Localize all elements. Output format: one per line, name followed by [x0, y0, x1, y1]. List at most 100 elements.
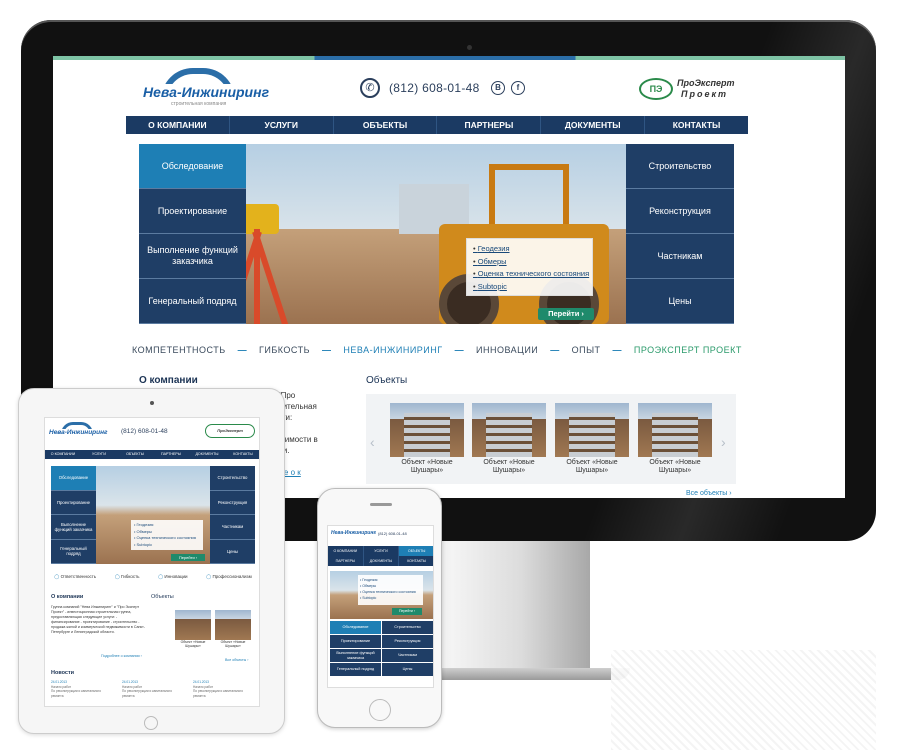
submenu-link-subtopic[interactable]: • Subtopic — [360, 595, 421, 601]
hero-nav-general-contract[interactable]: Генеральный подряд — [139, 279, 246, 324]
object-label: Объект «Новые Шушары» — [649, 459, 701, 474]
vk-icon[interactable]: B — [491, 81, 505, 95]
phone-number[interactable]: (812) 608-01-48 — [378, 531, 407, 536]
object-label: Объект «Новые Шушары» — [566, 459, 618, 474]
hero-nav-inspection[interactable]: Обследование — [51, 466, 96, 491]
main-menu: О КОМПАНИИ УСЛУГИ ОБЪЕКТЫ ПАРТНЕРЫ ДОКУМ… — [126, 116, 748, 134]
objects-title: Объекты — [366, 375, 408, 386]
news-item[interactable]: 24.01.2013 Начато работ По реконструкции… — [122, 680, 184, 706]
menu-item-objects[interactable]: ОБЪЕКТЫ — [399, 546, 433, 556]
object-card[interactable]: Объект «Новые Шушары» — [472, 403, 546, 477]
object-label: Объект «Новые Шушары» — [483, 459, 535, 474]
site-logo[interactable]: Нева-Инжиниринг — [331, 530, 376, 536]
menu-item-partners[interactable]: ПАРТНЕРЫ — [328, 556, 364, 566]
carousel-next-icon[interactable]: › — [721, 434, 726, 450]
hero-nav-private[interactable]: Частникам — [382, 649, 433, 662]
logo-subtitle: строительная компания — [171, 101, 227, 107]
home-button[interactable] — [144, 716, 158, 730]
menu-item-services[interactable]: УСЛУГИ — [81, 450, 117, 459]
hero-nav-customer-functions[interactable]: Выполнение функций заказчика — [330, 649, 381, 662]
object-card[interactable]: Объект «Новые Шушары» — [215, 610, 251, 654]
submenu-link-subtopic[interactable]: • Subtopic — [134, 542, 200, 549]
speaker-icon — [370, 503, 392, 506]
go-button[interactable]: Перейти › — [171, 554, 205, 561]
hero-nav-reconstruction[interactable]: Реконструкция — [210, 490, 255, 515]
menu-item-contacts[interactable]: КОНТАКТЫ — [225, 450, 259, 459]
home-button[interactable] — [369, 699, 391, 721]
hero-nav-construction[interactable]: Строительство — [210, 466, 255, 491]
hero-nav-prices[interactable]: Цены — [626, 279, 734, 324]
menu-item-services[interactable]: УСЛУГИ — [230, 116, 334, 134]
hero-nav-design[interactable]: Проектирование — [51, 490, 96, 515]
partner-logo-line1: ПроЭксперт — [677, 78, 735, 88]
objects-carousel: ‹ Объект «Новые Шушары» Объект «Новые Шу… — [366, 394, 736, 484]
object-card[interactable]: Объект «Новые Шушары» — [175, 610, 211, 654]
hero-right-nav: Строительство Реконструкция Частникам Це… — [626, 144, 734, 324]
menu-row: ПАРТНЕРЫ ДОКУМЕНТЫ КОНТАКТЫ — [328, 556, 433, 566]
hero-nav-private[interactable]: Частникам — [626, 234, 734, 279]
submenu-link-assessment[interactable]: Оценка технического состояния — [473, 268, 589, 281]
go-button[interactable]: Перейти › — [538, 308, 594, 320]
news-item[interactable]: 24.01.2013 Начато работ По реконструкции… — [51, 680, 113, 706]
phone-icon: ✆ — [360, 78, 380, 98]
menu-item-contacts[interactable]: КОНТАКТЫ — [645, 116, 748, 134]
slogan-separator: — — [321, 345, 332, 355]
site-logo[interactable]: Нева-Инжиниринг — [49, 422, 109, 442]
go-button[interactable]: Перейти › — [392, 608, 422, 615]
hero-nav-private[interactable]: Частникам — [210, 515, 255, 540]
carousel-prev-icon[interactable]: ‹ — [370, 434, 375, 450]
slogan-competence: КОМПЕТЕНТНОСТЬ — [131, 345, 226, 355]
object-card[interactable]: Объект «Новые Шушары» — [390, 403, 464, 477]
hero-nav-construction[interactable]: Строительство — [382, 621, 433, 634]
hero-left-nav: Обследование Проектирование Выполнение ф… — [139, 144, 246, 324]
menu-item-about[interactable]: О КОМПАНИИ — [45, 450, 81, 459]
submenu-link-subtopic[interactable]: Subtopic — [473, 281, 586, 294]
menu-item-partners[interactable]: ПАРТНЕРЫ — [153, 450, 189, 459]
object-card[interactable]: Объект «Новые Шушары» — [638, 403, 712, 477]
all-objects-link[interactable]: Все объекты › — [225, 658, 248, 662]
hero-nav-customer-functions[interactable]: Выполнение функций заказчика — [139, 234, 246, 279]
hero-banner: • Геодезия • Обмеры • Оценка техническог… — [330, 571, 433, 619]
go-button-label: Перейти — [548, 309, 580, 318]
phone-number[interactable]: (812) 608-01-48 — [389, 81, 480, 95]
news-text: По реконструкции и капитального ремонта — [122, 689, 173, 698]
submenu-link-measurements[interactable]: Обмеры — [473, 256, 586, 269]
hero-nav-inspection[interactable]: Обследование — [330, 621, 381, 634]
partner-logo[interactable]: ПроЭксперт — [205, 424, 255, 438]
menu-item-about[interactable]: О КОМПАНИИ — [126, 116, 230, 134]
hero-nav-inspection[interactable]: Обследование — [139, 144, 246, 189]
feature-professionalism: Профессионализм — [206, 574, 251, 580]
site-logo[interactable]: Нева-Инжиниринг строительная компания — [141, 68, 272, 107]
submenu-link-geodesy[interactable]: Геодезия — [473, 243, 586, 256]
hero-nav-reconstruction[interactable]: Реконструкция — [626, 189, 734, 234]
hero-nav-design[interactable]: Проектирование — [330, 635, 381, 648]
news-item[interactable]: 24.01.2013 Начато работ По реконструкции… — [193, 680, 255, 706]
hero-nav-prices[interactable]: Цены — [210, 539, 255, 564]
menu-item-partners[interactable]: ПАРТНЕРЫ — [437, 116, 542, 134]
object-card[interactable]: Объект «Новые Шушары» — [555, 403, 629, 477]
menu-item-documents[interactable]: ДОКУМЕНТЫ — [189, 450, 225, 459]
partner-logo[interactable]: ПЭ ПроЭксперт Проект — [639, 78, 735, 102]
menu-item-documents[interactable]: ДОКУМЕНТЫ — [541, 116, 646, 134]
menu-item-about[interactable]: О КОМПАНИИ — [328, 546, 364, 556]
hero-nav-general-contract[interactable]: Генеральный подряд — [51, 539, 96, 564]
hero-nav-general-contract[interactable]: Генеральный подряд — [330, 663, 381, 676]
menu-item-services[interactable]: УСЛУГИ — [364, 546, 400, 556]
facebook-icon[interactable]: f — [511, 81, 525, 95]
all-objects-link[interactable]: Все объекты › — [686, 490, 732, 497]
menu-item-objects[interactable]: ОБЪЕКТЫ — [334, 116, 438, 134]
logo-text: Нева-Инжиниринг — [141, 84, 272, 100]
hero-nav-customer-functions[interactable]: Выполнение функций заказчика — [51, 515, 96, 540]
hero-nav-reconstruction[interactable]: Реконструкция — [382, 635, 433, 648]
menu-item-objects[interactable]: ОБЪЕКТЫ — [117, 450, 153, 459]
submenu-link-assessment[interactable]: • Оценка технического состояния — [134, 535, 200, 542]
news-list: 24.01.2013 Начато работ По реконструкции… — [51, 680, 255, 706]
phone-number[interactable]: (812) 608-01-48 — [121, 428, 168, 435]
menu-item-documents[interactable]: ДОКУМЕНТЫ — [364, 556, 400, 566]
hero-nav-prices[interactable]: Цены — [382, 663, 433, 676]
menu-item-contacts[interactable]: КОНТАКТЫ — [399, 556, 433, 566]
hero-nav-design[interactable]: Проектирование — [139, 189, 246, 234]
about-more-link[interactable]: Подробнее о компании › — [101, 654, 142, 658]
hero-nav-construction[interactable]: Строительство — [626, 144, 734, 189]
hero-banner: Обследование Проектирование Выполнение ф… — [51, 466, 255, 564]
